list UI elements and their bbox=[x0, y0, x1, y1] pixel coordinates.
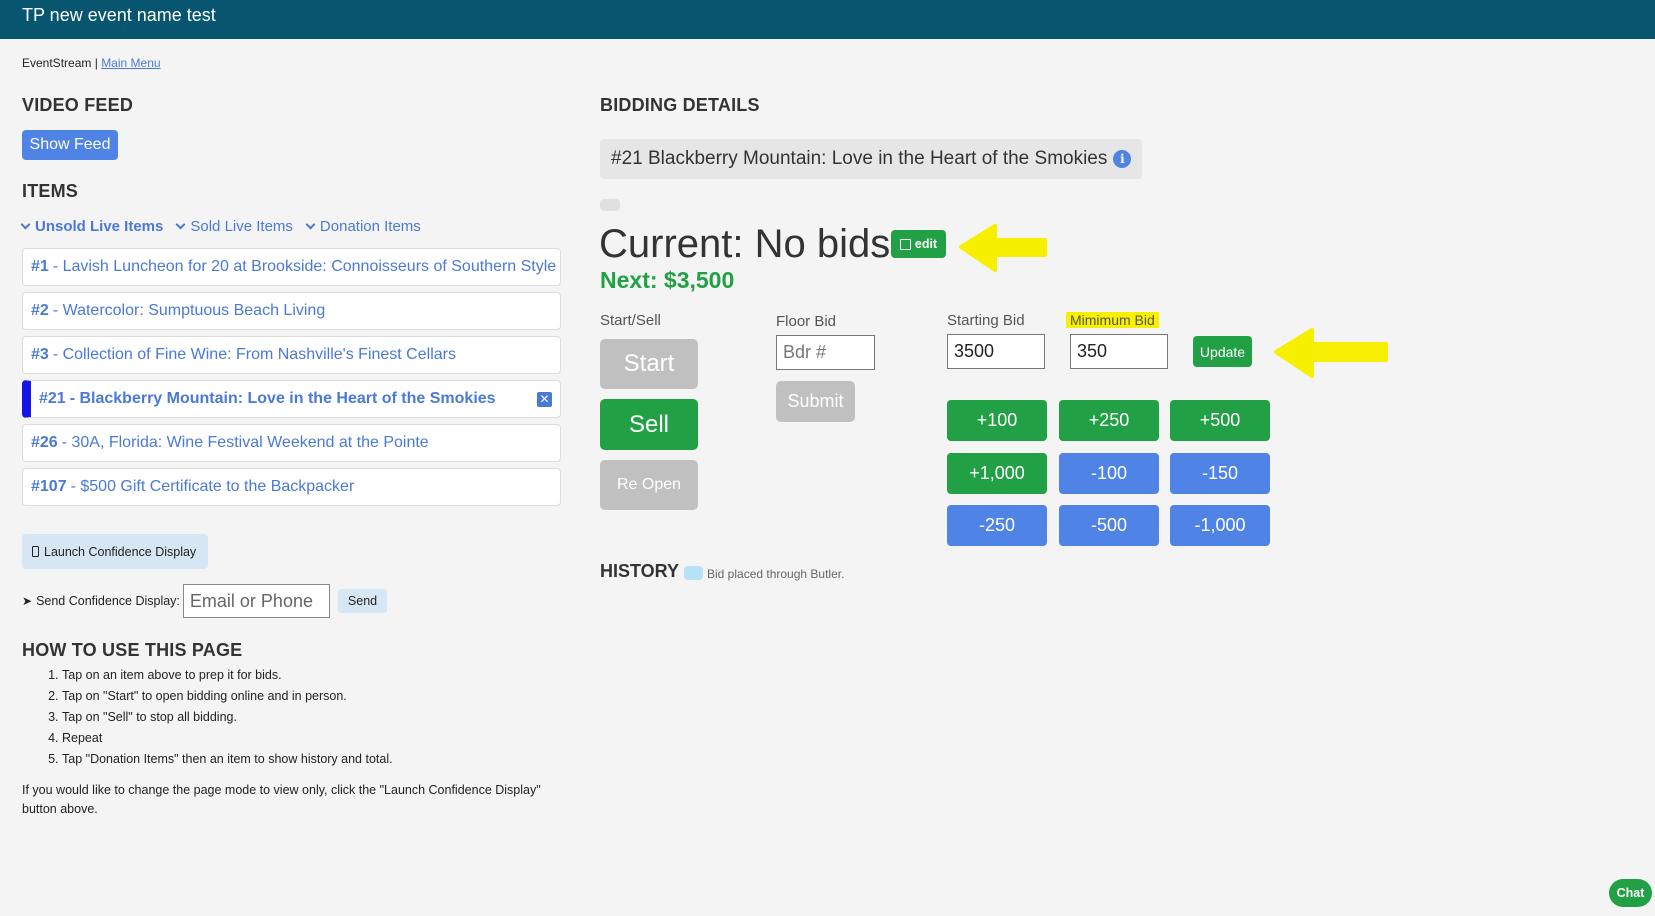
decrement-1000-button[interactable]: -1,000 bbox=[1170, 505, 1270, 546]
tab-donation-items[interactable]: Donation Items bbox=[305, 218, 421, 235]
item-title: - $500 Gift Certificate to the Backpacke… bbox=[70, 478, 355, 495]
list-item-active[interactable]: #21 - Blackberry Mountain: Love in the H… bbox=[22, 380, 561, 418]
event-title: TP new event name test bbox=[22, 5, 216, 25]
breadcrumb-separator: | bbox=[94, 56, 98, 70]
bidding-item-title-text: #21 Blackberry Mountain: Love in the Hea… bbox=[611, 148, 1108, 169]
reopen-button[interactable]: Re Open bbox=[600, 460, 698, 510]
howto-heading: HOW TO USE THIS PAGE bbox=[22, 640, 243, 660]
current-bid: Current: No bids bbox=[599, 222, 891, 266]
status-badge bbox=[600, 199, 620, 211]
list-item[interactable]: #2 - Watercolor: Sumptuous Beach Living bbox=[22, 292, 561, 330]
launch-label: Launch Confidence Display bbox=[44, 544, 197, 559]
item-title: - Lavish Luncheon for 20 at Brookside: C… bbox=[52, 258, 557, 275]
item-number: #3 bbox=[31, 346, 49, 363]
list-item[interactable]: #1 - Lavish Luncheon for 20 at Brookside… bbox=[22, 248, 561, 286]
history-heading: HISTORY bbox=[600, 561, 680, 581]
start-button[interactable]: Start bbox=[600, 339, 698, 389]
next-bid: Next: $3,500 bbox=[600, 267, 735, 293]
send-confidence-row: ➤ Send Confidence Display: Send bbox=[22, 584, 388, 618]
item-number: #1 bbox=[31, 258, 49, 275]
close-icon[interactable]: ✕ bbox=[537, 392, 552, 407]
floor-bid-input[interactable] bbox=[776, 335, 875, 370]
chat-button[interactable]: Chat bbox=[1609, 879, 1652, 907]
bidding-details-heading: BIDDING DETAILS bbox=[600, 95, 760, 115]
howto-step: Tap on "Start" to open bidding online an… bbox=[62, 689, 562, 710]
decrement-150-button[interactable]: -150 bbox=[1170, 453, 1270, 494]
bidding-item-title: #21 Blackberry Mountain: Love in the Hea… bbox=[600, 139, 1143, 179]
start-sell-label: Start/Sell bbox=[600, 312, 661, 329]
paper-plane-icon: ➤ bbox=[22, 594, 33, 608]
item-title: - 30A, Florida: Wine Festival Weekend at… bbox=[61, 434, 429, 451]
howto-step: Repeat bbox=[62, 731, 562, 752]
chevron-down-icon bbox=[305, 219, 316, 230]
chevron-down-icon bbox=[20, 219, 31, 230]
video-feed-heading: VIDEO FEED bbox=[22, 95, 134, 115]
tab-label: Donation Items bbox=[319, 218, 421, 235]
send-confidence-label: Send Confidence Display: bbox=[36, 594, 180, 608]
item-list: #1 - Lavish Luncheon for 20 at Brookside… bbox=[22, 248, 561, 512]
increment-plus-500-button[interactable]: +500 bbox=[1170, 400, 1270, 441]
yellow-arrow-annotation bbox=[1274, 328, 1388, 378]
item-number: #21 bbox=[39, 390, 66, 407]
howto-step: Tap on an item above to prep it for bids… bbox=[62, 668, 562, 689]
launch-confidence-display-button[interactable]: Launch Confidence Display bbox=[22, 534, 208, 569]
breadcrumb-app: EventStream bbox=[22, 56, 92, 70]
list-item[interactable]: #26 - 30A, Florida: Wine Festival Weeken… bbox=[22, 424, 561, 462]
butler-legend-text: Bid placed through Butler. bbox=[707, 567, 845, 581]
decrement-500-button[interactable]: -500 bbox=[1059, 505, 1159, 546]
howto-section: Tap on an item above to prep it for bids… bbox=[22, 668, 562, 819]
list-item[interactable]: #107 - $500 Gift Certificate to the Back… bbox=[22, 468, 561, 506]
item-tabs: Unsold Live Items Sold Live Items Donati… bbox=[20, 218, 435, 235]
butler-legend-swatch bbox=[684, 566, 703, 580]
increment-plus-1000-button[interactable]: +1,000 bbox=[947, 453, 1047, 494]
increment-plus-100-button[interactable]: +100 bbox=[947, 400, 1047, 441]
item-number: #26 bbox=[31, 434, 58, 451]
top-header-bar: TP new event name test bbox=[0, 0, 1655, 39]
info-icon[interactable]: i bbox=[1113, 150, 1132, 168]
tab-label: Unsold Live Items bbox=[35, 218, 164, 235]
tab-sold-live-items[interactable]: Sold Live Items bbox=[175, 218, 293, 235]
yellow-arrow-annotation bbox=[959, 224, 1047, 272]
howto-step: Tap on "Sell" to stop all bidding. bbox=[62, 710, 562, 731]
main-menu-link[interactable]: Main Menu bbox=[101, 56, 160, 70]
howto-step: Tap "Donation Items" then an item to sho… bbox=[62, 752, 562, 773]
decrement-100-button[interactable]: -100 bbox=[1059, 453, 1159, 494]
edit-icon bbox=[899, 238, 911, 250]
items-heading: ITEMS bbox=[22, 181, 79, 201]
item-number: #107 bbox=[31, 478, 67, 495]
chevron-down-icon bbox=[175, 219, 186, 230]
send-button[interactable]: Send bbox=[337, 589, 388, 613]
tab-unsold-live-items[interactable]: Unsold Live Items bbox=[20, 218, 164, 235]
list-item[interactable]: #3 - Collection of Fine Wine: From Nashv… bbox=[22, 336, 561, 374]
increment-plus-250-button[interactable]: +250 bbox=[1059, 400, 1159, 441]
item-title: - Watercolor: Sumptuous Beach Living bbox=[52, 302, 326, 319]
sell-button[interactable]: Sell bbox=[600, 399, 698, 450]
minimum-bid-label: Mimimum Bid bbox=[1066, 312, 1159, 328]
show-feed-button[interactable]: Show Feed bbox=[22, 130, 118, 160]
edit-current-bid-button[interactable]: edit bbox=[891, 230, 946, 258]
item-number: #2 bbox=[31, 302, 49, 319]
item-title: - Collection of Fine Wine: From Nashvill… bbox=[52, 346, 456, 363]
breadcrumb: EventStream | Main Menu bbox=[22, 56, 161, 70]
email-or-phone-input[interactable] bbox=[182, 584, 330, 618]
starting-bid-label: Starting Bid bbox=[947, 312, 1025, 329]
edit-label: edit bbox=[914, 237, 938, 251]
mobile-phone-icon bbox=[32, 546, 39, 557]
tab-label: Sold Live Items bbox=[190, 218, 293, 235]
item-title: - Blackberry Mountain: Love in the Heart… bbox=[69, 390, 496, 407]
starting-bid-input[interactable] bbox=[947, 334, 1045, 369]
minimum-bid-input[interactable] bbox=[1070, 334, 1168, 369]
floor-bid-label: Floor Bid bbox=[776, 313, 837, 330]
howto-steps: Tap on an item above to prep it for bids… bbox=[22, 668, 562, 773]
howto-note: If you would like to change the page mod… bbox=[22, 783, 541, 816]
decrement-250-button[interactable]: -250 bbox=[947, 505, 1047, 546]
update-button[interactable]: Update bbox=[1193, 336, 1252, 367]
submit-button[interactable]: Submit bbox=[776, 381, 855, 422]
minimum-bid-label-text: Mimimum Bid bbox=[1066, 312, 1159, 328]
